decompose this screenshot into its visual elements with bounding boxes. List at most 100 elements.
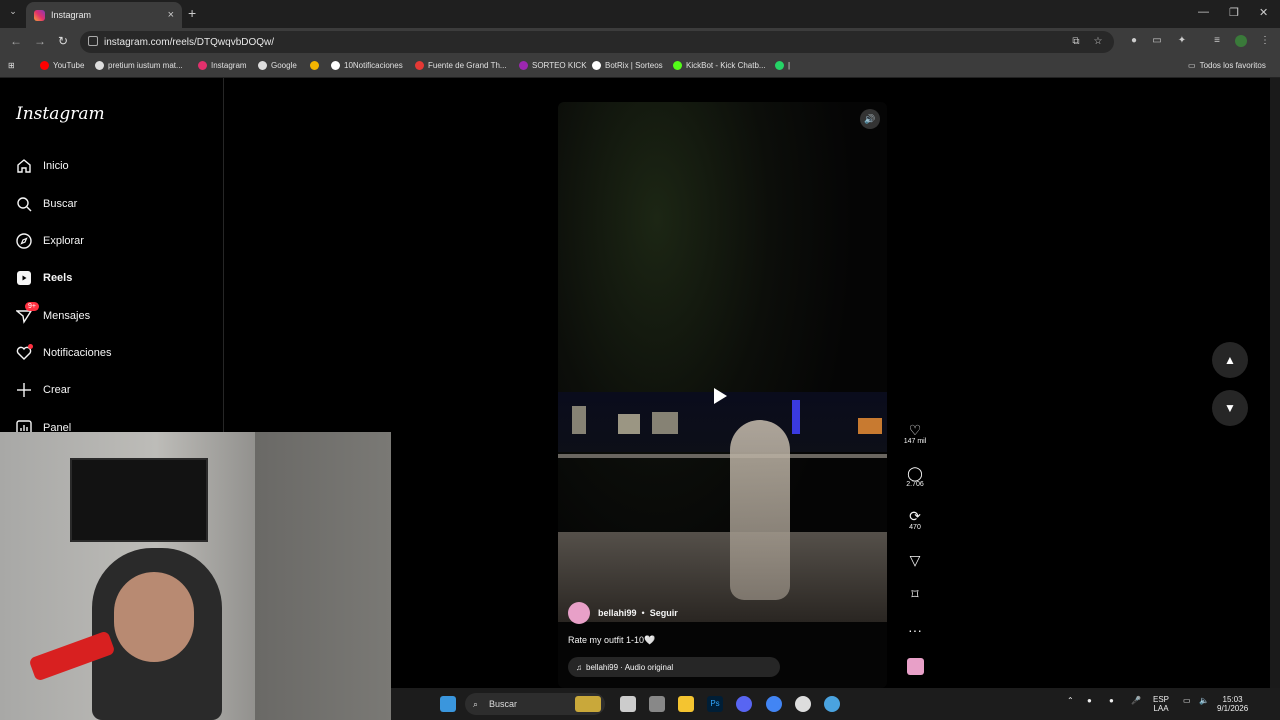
share-icon: ▽ — [909, 552, 921, 568]
extension-icon[interactable]: ● — [1128, 35, 1140, 47]
menu-dots-icon[interactable]: ⋮ — [1259, 35, 1271, 47]
folder-icon: ▭ — [1188, 61, 1196, 70]
chrome-icon[interactable] — [766, 696, 782, 712]
reload-icon[interactable]: ↻ — [58, 34, 68, 48]
bookmark-pretium[interactable]: pretium iustum mat... — [95, 61, 183, 70]
page-scrollbar[interactable] — [1270, 78, 1280, 720]
all-favorites[interactable]: ▭ Todos los favoritos — [1188, 61, 1266, 70]
avatar[interactable] — [568, 602, 590, 624]
bookmark-youtube[interactable]: YouTube — [40, 61, 84, 70]
sidebar-item-mensajes[interactable]: 9+ Mensajes — [15, 302, 90, 324]
bookmark-botrix[interactable]: BotRix | Sorteos — [592, 61, 663, 70]
search-icon: ⌕ — [473, 698, 479, 709]
site-info-icon[interactable] — [88, 36, 98, 46]
repost-button[interactable]: ⟳ 470 — [898, 508, 932, 531]
kickbot-icon — [673, 61, 682, 70]
microphone-icon[interactable]: 🎤 — [1131, 696, 1141, 705]
sidebar-item-explorar[interactable]: Explorar — [16, 233, 84, 249]
speaker-icon[interactable]: 🔈 — [1199, 696, 1209, 705]
webcam-overlay — [0, 432, 391, 720]
save-button[interactable]: ⌑ — [898, 586, 932, 602]
whatsapp-icon — [775, 61, 784, 70]
bookmark-icon-only[interactable] — [310, 61, 323, 70]
back-icon[interactable]: ← — [10, 34, 22, 48]
sidebar-item-buscar[interactable]: Buscar — [16, 196, 77, 212]
volume-icon[interactable]: 🔊 — [860, 109, 880, 129]
share-button[interactable]: ▽ — [898, 552, 932, 568]
app-icon[interactable] — [795, 696, 811, 712]
extensions-puzzle-icon[interactable]: ✦ — [1176, 35, 1188, 47]
close-tab-icon[interactable]: × — [168, 9, 174, 21]
reels-icon — [16, 270, 32, 286]
close-window-icon[interactable]: ✕ — [1259, 6, 1268, 19]
bookmark-kickbot[interactable]: KickBot - Kick Chatb... — [673, 61, 766, 70]
restore-icon[interactable]: ❐ — [1229, 6, 1239, 19]
app-icon[interactable] — [824, 696, 840, 712]
bookmark-grand-theft[interactable]: Fuente de Grand Th... — [415, 61, 507, 70]
repost-count: 470 — [909, 524, 921, 531]
photoshop-icon[interactable]: Ps — [707, 696, 723, 712]
like-count: 147 mil — [903, 438, 927, 445]
taskbar-search[interactable]: ⌕ Buscar — [465, 693, 605, 715]
address-bar[interactable]: instagram.com/reels/DTQwqvbDOQw/ ⧉ ☆ — [80, 31, 1114, 53]
app-icon[interactable] — [649, 696, 665, 712]
next-reel-button[interactable]: ▼ — [1212, 390, 1248, 426]
tray-app-icon[interactable]: ● — [1109, 696, 1114, 705]
bookmark-google[interactable]: Google — [258, 61, 297, 70]
file-explorer-icon[interactable] — [678, 696, 694, 712]
browser-toolbar: ← → ↻ instagram.com/reels/DTQwqvbDOQw/ ⧉… — [0, 28, 1280, 56]
bookmark-instagram[interactable]: Instagram — [198, 61, 247, 70]
reel-video[interactable]: 🔊 bellahi99 • Seguir Rate my outfit 1-10… — [558, 102, 887, 688]
clock[interactable]: 15:03 9/1/2026 — [1217, 695, 1248, 713]
bookmark-star-icon[interactable]: ☆ — [1092, 36, 1104, 48]
search-icon — [16, 196, 32, 212]
media-control-icon[interactable]: ≡ — [1211, 35, 1223, 47]
new-tab-button[interactable]: + — [188, 5, 196, 21]
extension-icon[interactable]: ▭ — [1151, 35, 1163, 47]
follow-button[interactable]: Seguir — [650, 608, 678, 618]
streamer-face — [114, 572, 194, 662]
reel-caption: Rate my outfit 1-10🤍 — [568, 635, 656, 645]
audio-attribution[interactable]: ♫ bellahi99 · Audio original — [568, 657, 780, 677]
bookmark-whatsapp[interactable]: | — [775, 61, 790, 70]
install-app-icon[interactable]: ⧉ — [1070, 36, 1082, 48]
comment-button[interactable]: ◯ 2.706 — [898, 465, 932, 488]
search-highlight-icon — [575, 696, 601, 712]
railing — [558, 454, 887, 458]
play-icon[interactable] — [714, 388, 727, 404]
bookmark-icon: ⌑ — [911, 586, 919, 602]
minimize-icon[interactable]: — — [1198, 6, 1209, 18]
forward-icon[interactable]: → — [34, 34, 46, 48]
start-icon[interactable] — [440, 696, 456, 712]
tray-app-icon[interactable]: ● — [1087, 696, 1092, 705]
bookmarks-bar: ⊞ YouTube pretium iustum mat... Instagra… — [0, 56, 1280, 78]
apps-grid-icon[interactable]: ⊞ — [8, 61, 15, 70]
background-tv — [70, 458, 208, 542]
show-hidden-icons[interactable]: ⌃ — [1067, 696, 1074, 705]
sidebar-item-crear[interactable]: Crear — [16, 382, 71, 398]
browser-tab-bar: ⌄ Instagram × + — ❐ ✕ — [0, 0, 1280, 28]
network-icon[interactable]: ▭ — [1183, 696, 1191, 705]
language-indicator[interactable]: ESP LAA — [1153, 695, 1169, 713]
bookmark-sorteo-kick[interactable]: SORTEO KICK — [519, 61, 587, 70]
more-options-button[interactable]: ··· — [898, 622, 932, 638]
instagram-logo[interactable]: Instagram — [16, 104, 105, 124]
heart-icon: ♡ — [908, 422, 922, 438]
music-note-icon: ♫ — [576, 662, 582, 672]
sidebar-item-reels[interactable]: Reels — [16, 270, 72, 286]
profile-avatar-icon[interactable] — [1235, 35, 1247, 47]
tab-search-icon[interactable]: ⌄ — [6, 6, 20, 20]
sidebar-item-inicio[interactable]: Inicio — [16, 158, 69, 174]
more-dots-icon: ··· — [908, 622, 922, 638]
username[interactable]: bellahi99 — [598, 608, 637, 618]
discord-icon[interactable] — [736, 696, 752, 712]
sidebar-item-notificaciones[interactable]: Notificaciones — [16, 344, 111, 361]
bookmark-10notificaciones[interactable]: 10Notificaciones — [331, 61, 403, 70]
like-button[interactable]: ♡ 147 mil — [898, 422, 932, 445]
reel-author: bellahi99 • Seguir — [568, 602, 678, 624]
background-door — [255, 432, 391, 720]
task-view-icon[interactable] — [620, 696, 636, 712]
audio-thumbnail[interactable] — [907, 658, 924, 675]
tab-instagram[interactable]: Instagram × — [26, 2, 182, 28]
previous-reel-button[interactable]: ▲ — [1212, 342, 1248, 378]
